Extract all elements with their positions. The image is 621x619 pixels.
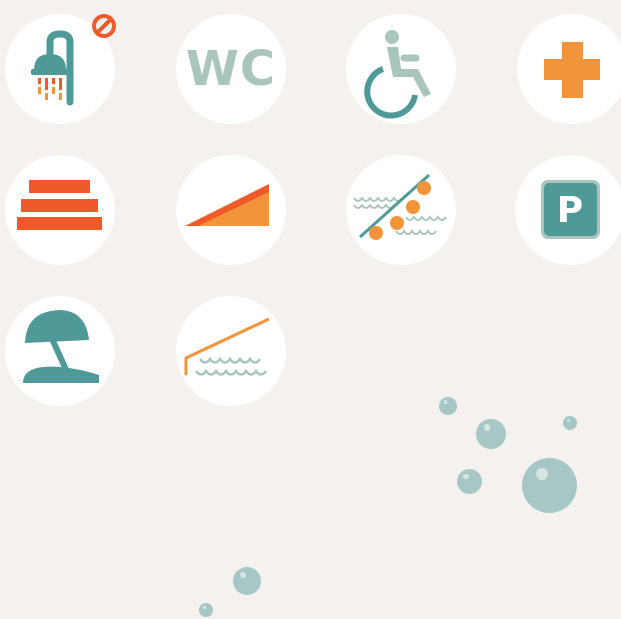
pool-ladder-tile[interactable] xyxy=(176,296,286,406)
bubble-icon xyxy=(522,458,577,513)
bubble-icon xyxy=(563,416,577,430)
bubble-icon xyxy=(476,419,506,449)
first-aid-tile[interactable] xyxy=(517,14,621,124)
beach-tile[interactable] xyxy=(5,296,115,406)
bubble-icon xyxy=(457,469,482,494)
ramp-icon xyxy=(185,184,269,226)
wheelchair-tile[interactable] xyxy=(346,14,456,124)
water-ladder-tile[interactable] xyxy=(346,155,456,265)
wheelchair-icon xyxy=(364,30,431,119)
shower-tile[interactable] xyxy=(5,14,116,124)
bubble-icon xyxy=(233,567,261,595)
first-aid-cross-icon xyxy=(544,42,600,98)
parking-icon: P xyxy=(556,189,584,231)
wc-tile[interactable]: WC xyxy=(176,14,286,124)
wc-icon: WC xyxy=(185,41,277,97)
parking-tile[interactable]: P xyxy=(515,155,621,265)
bubble-icon xyxy=(439,397,457,415)
water-ladder-icon xyxy=(353,173,447,240)
steps-tile[interactable] xyxy=(5,155,115,265)
ramp-tile[interactable] xyxy=(176,155,286,265)
no-sign-icon xyxy=(92,14,116,38)
pool-ladder-icon xyxy=(184,317,270,376)
steps-icon xyxy=(17,180,102,230)
bubble-icon xyxy=(199,603,213,617)
beach-umbrella-icon xyxy=(23,310,99,383)
